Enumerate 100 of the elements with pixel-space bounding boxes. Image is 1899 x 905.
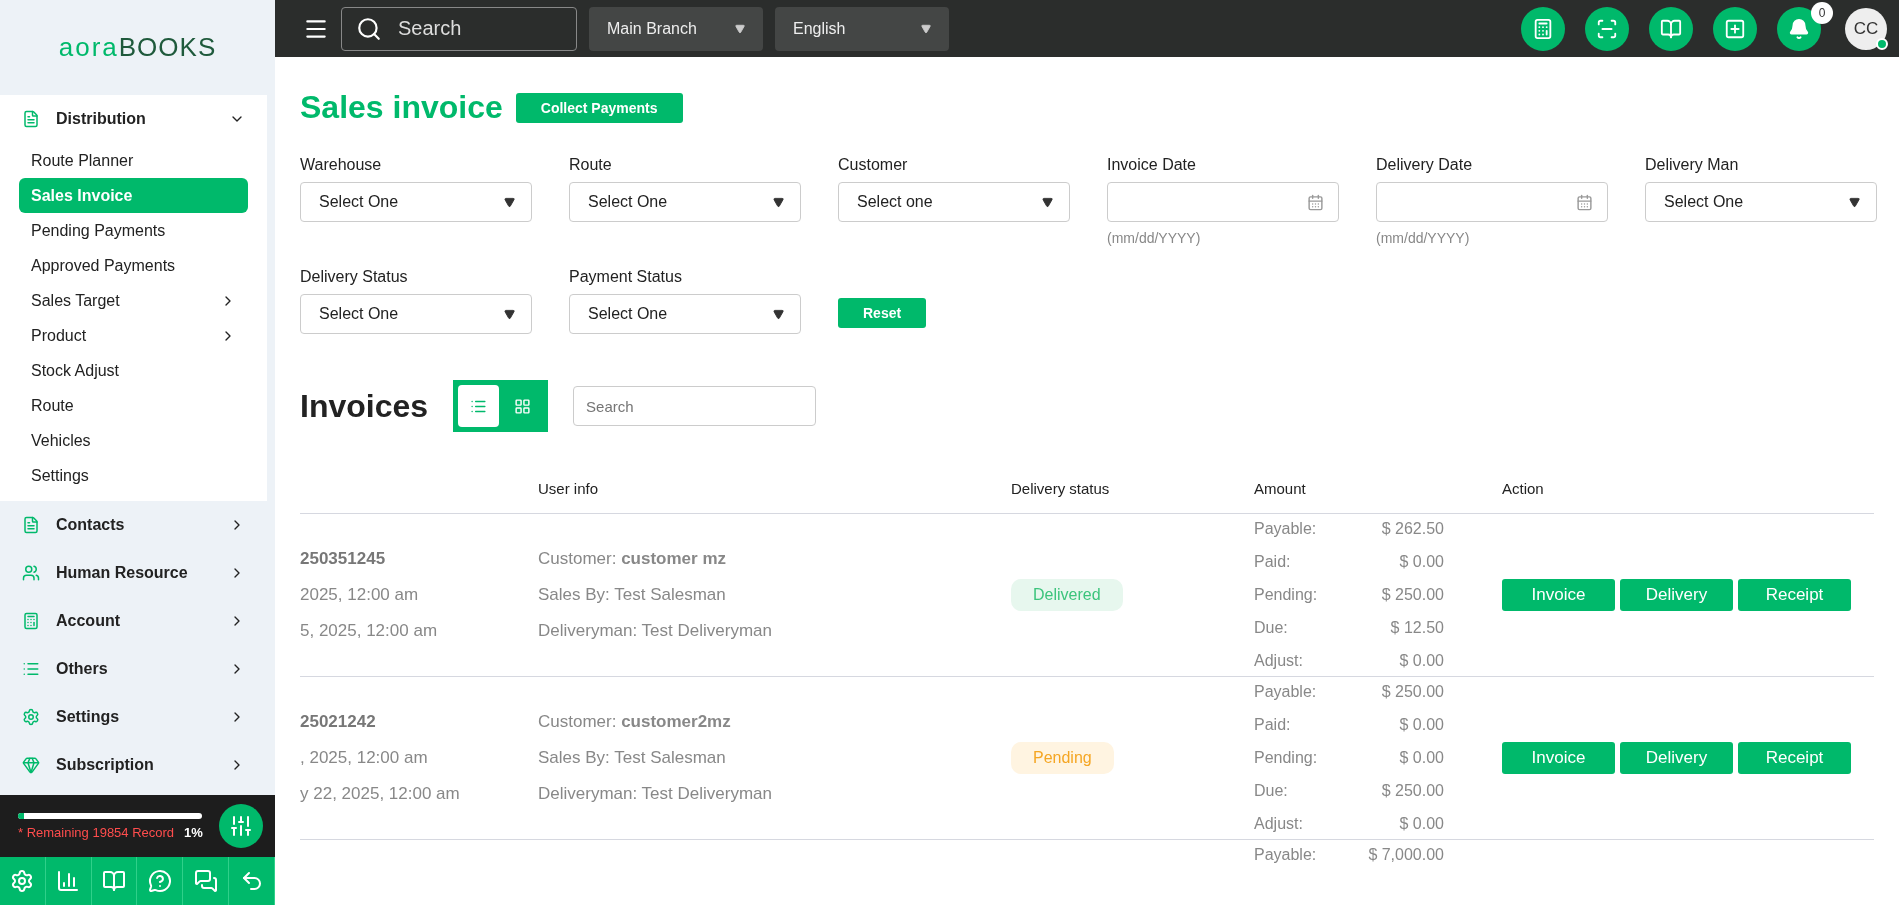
- amount-value: $ 250.00: [1380, 683, 1444, 701]
- search-input[interactable]: Search: [396, 16, 536, 41]
- plus-icon: [1724, 17, 1746, 40]
- caret-icon: [504, 308, 515, 320]
- deliveryman-text: Deliveryman: Test Deliveryman: [538, 621, 773, 641]
- amount-value: $ 0.00: [1398, 749, 1444, 767]
- caret-icon: [504, 196, 515, 208]
- notification-count: 0: [1811, 1, 1833, 24]
- field-label: Delivery Man: [1645, 156, 1740, 174]
- sliders-button[interactable]: [219, 804, 263, 848]
- submenu-item[interactable]: Product: [19, 318, 248, 353]
- book-button[interactable]: [1649, 6, 1693, 51]
- scan-icon: [1596, 17, 1618, 40]
- date-field[interactable]: [1107, 182, 1339, 222]
- invoice-number: 250351245: [300, 549, 387, 569]
- menu-item[interactable]: Human Resource: [0, 549, 267, 597]
- select-field[interactable]: Select One: [569, 182, 801, 222]
- field-label: Delivery Status: [300, 268, 409, 286]
- calendar-icon: [1307, 193, 1324, 211]
- book-icon: [1660, 17, 1682, 40]
- language-dropdown[interactable]: English: [775, 6, 949, 51]
- submenu-item[interactable]: Stock Adjust: [19, 353, 248, 388]
- calendar-icon: [1576, 193, 1593, 211]
- date-field[interactable]: [1376, 182, 1608, 222]
- amount-label: Adjust:: [1254, 815, 1304, 833]
- caret-icon: [921, 23, 931, 34]
- menu-item[interactable]: Others: [0, 645, 267, 693]
- select-field[interactable]: Select One: [569, 294, 801, 334]
- field-label: Route: [569, 156, 613, 174]
- amount-value: $ 262.50: [1380, 520, 1444, 538]
- column-header: Amount: [1254, 479, 1307, 499]
- calculator-icon: [1532, 17, 1554, 40]
- column-header: User info: [538, 479, 600, 499]
- submenu-item[interactable]: Vehicles: [19, 423, 248, 458]
- caret-icon: [773, 308, 784, 320]
- online-dot: [1876, 37, 1888, 50]
- deliveryman-text: Deliveryman: Test Deliveryman: [538, 784, 773, 804]
- submenu-item[interactable]: Sales Target: [19, 283, 248, 318]
- status-badge: Pending: [1011, 742, 1114, 774]
- scan-button[interactable]: [1585, 6, 1629, 51]
- submenu-item[interactable]: Pending Payments: [19, 213, 248, 248]
- field-label: Invoice Date: [1107, 156, 1197, 174]
- amount-value: $ 0.00: [1398, 815, 1444, 833]
- search-field[interactable]: Search: [573, 386, 817, 426]
- calculator-button[interactable]: [1521, 6, 1565, 51]
- bell-icon: [1788, 17, 1810, 40]
- caret-icon: [1849, 196, 1860, 208]
- field-label: Warehouse: [300, 156, 383, 174]
- amount-value: $ 0.00: [1398, 553, 1444, 571]
- column-header: Action: [1502, 479, 1545, 499]
- menu-item[interactable]: Account: [0, 597, 267, 645]
- caret-icon: [1042, 196, 1053, 208]
- amount-value: $ 0.00: [1398, 652, 1444, 670]
- amount-label: Payable:: [1254, 683, 1318, 701]
- date-format-hint: (mm/dd/YYYY): [1376, 230, 1471, 246]
- amount-value: $ 7,000.00: [1367, 846, 1444, 864]
- page-title: Sales invoice: [300, 89, 503, 126]
- caret-icon: [773, 196, 784, 208]
- section-title: Invoices: [300, 387, 429, 425]
- menu-item[interactable]: Distribution: [0, 95, 267, 143]
- select-field[interactable]: Select One: [300, 294, 532, 334]
- customer-text: Customer: customer2mz: [538, 712, 732, 732]
- submenu-item[interactable]: Settings: [19, 458, 248, 493]
- usage-percent: 1%: [184, 824, 203, 840]
- sliders-icon: [229, 814, 253, 838]
- caret-icon: [735, 23, 745, 34]
- menu-item[interactable]: Subscription: [0, 741, 267, 789]
- customer-text: Customer: customer mz: [538, 549, 727, 569]
- date-text: 2025, 12:00 am: [300, 585, 420, 605]
- list-view-button[interactable]: [458, 385, 500, 427]
- logo: aoraBOOKS: [57, 31, 218, 64]
- field-label: Payment Status: [569, 268, 683, 286]
- select-field[interactable]: Select one: [838, 182, 1070, 222]
- select-field[interactable]: Select One: [300, 182, 532, 222]
- date-text: 5, 2025, 12:00 am: [300, 621, 439, 641]
- select-field[interactable]: Select One: [1645, 182, 1877, 222]
- branch-dropdown[interactable]: Main Branch: [589, 6, 763, 51]
- invoice-number: 25021242: [300, 712, 377, 732]
- date-format-hint: (mm/dd/YYYY): [1107, 230, 1202, 246]
- amount-label: Due:: [1254, 619, 1289, 637]
- amount-label: Paid:: [1254, 553, 1292, 571]
- user-avatar[interactable]: CC: [1845, 7, 1887, 50]
- amount-label: Adjust:: [1254, 652, 1304, 670]
- amount-label: Due:: [1254, 782, 1289, 800]
- field-label: Delivery Date: [1376, 156, 1474, 174]
- search-icon: [356, 15, 382, 42]
- submenu-item[interactable]: Approved Payments: [19, 248, 248, 283]
- search-field[interactable]: Search: [341, 6, 577, 51]
- plus-button[interactable]: [1713, 6, 1757, 51]
- submenu-item[interactable]: Route: [19, 388, 248, 423]
- date-text: , 2025, 12:00 am: [300, 748, 429, 768]
- submenu-item[interactable]: Route Planner: [19, 143, 248, 178]
- amount-label: Pending:: [1254, 586, 1319, 604]
- grid-icon: [514, 397, 532, 415]
- notification-button[interactable]: [1777, 6, 1821, 51]
- menu-item[interactable]: Contacts: [0, 501, 267, 549]
- amount-label: Paid:: [1254, 716, 1292, 734]
- amount-label: Payable:: [1254, 846, 1318, 864]
- menu-item[interactable]: Settings: [0, 693, 267, 741]
- sales-by-text: Sales By: Test Salesman: [538, 748, 727, 768]
